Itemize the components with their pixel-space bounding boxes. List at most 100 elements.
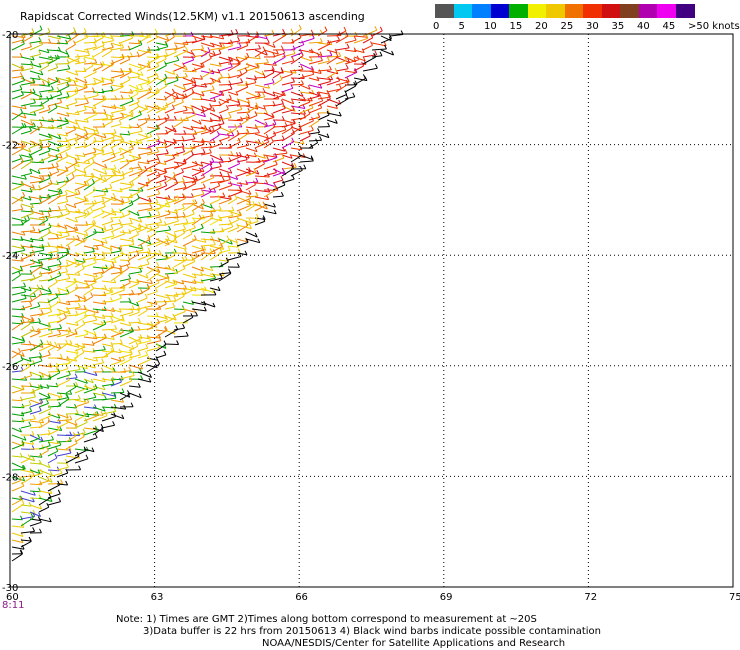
wind-barb-flag (38, 185, 42, 190)
wind-barb (56, 183, 67, 191)
wind-barb (29, 332, 40, 338)
wind-barb-flag (303, 164, 307, 169)
wind-barb-flag (202, 183, 206, 188)
wind-barb (128, 55, 140, 58)
wind-barb (119, 259, 131, 262)
wind-barb-flag (137, 350, 141, 356)
wind-barb-flag (58, 497, 62, 502)
wind-barb-flag (110, 297, 114, 302)
wind-barb-flag (300, 65, 304, 70)
plot-frame (9, 33, 734, 588)
wind-barb-flag (181, 203, 185, 209)
wind-barb (155, 354, 167, 359)
wind-barb (110, 318, 124, 324)
wind-barb (308, 131, 320, 135)
wind-barb-flag (67, 274, 71, 279)
wind-barb-flag (158, 181, 162, 186)
wind-barb (272, 195, 284, 198)
wind-barb (173, 308, 185, 310)
wind-barb (83, 251, 95, 254)
wind-barb-flag (78, 465, 82, 470)
wind-barb-flag (273, 120, 277, 125)
wind-barb-flag (131, 31, 135, 36)
wind-barb (101, 40, 114, 44)
wind-barb (119, 282, 131, 289)
wind-barb-flag (131, 289, 135, 295)
wind-barb (29, 321, 41, 324)
wind-barb (281, 141, 294, 149)
wind-barb (137, 371, 152, 378)
wind-barb-flag (23, 142, 27, 147)
wind-barb (56, 194, 68, 198)
wind-barb (119, 238, 134, 242)
wind-barb-flag (155, 198, 159, 203)
wind-barb (128, 44, 143, 51)
wind-barb-flag (31, 430, 35, 436)
wind-barb (83, 437, 98, 443)
wind-barb-flag (262, 201, 266, 206)
wind-barb-flag (75, 381, 79, 387)
wind-barb (11, 274, 21, 282)
wind-barb (119, 196, 133, 199)
wind-barb-flag (103, 108, 107, 114)
wind-barb (11, 269, 23, 275)
wind-barb (38, 156, 51, 163)
wind-barb (65, 442, 78, 450)
wind-barb-flag (326, 56, 330, 62)
wind-barb (11, 231, 26, 236)
wind-barb (137, 347, 148, 352)
lat-tick-label: -20 (2, 30, 18, 41)
wind-barb-flag (345, 64, 349, 69)
wind-barb-flag (81, 348, 85, 353)
wind-barb (11, 126, 25, 135)
lon-tick-label: 69 (440, 592, 453, 603)
wind-barb-flag (112, 421, 116, 426)
wind-barb (137, 297, 148, 303)
wind-barb (155, 146, 167, 149)
wind-barb-flag (66, 92, 70, 97)
wind-barb (362, 44, 373, 51)
wind-barb-flag (262, 87, 266, 93)
lat-tick-label: -22 (2, 141, 18, 152)
wind-barb-flag (193, 235, 197, 240)
wind-barb-flag (183, 183, 187, 188)
wind-barb (137, 36, 149, 44)
wind-barb (128, 271, 142, 275)
wind-barb (182, 164, 198, 170)
wind-barb (200, 89, 215, 93)
wind-barb-flag (239, 70, 243, 75)
wind-barb-flag (104, 395, 107, 400)
wind-barb-flag (39, 25, 43, 30)
wind-barb-flag (219, 171, 223, 176)
wind-barb (173, 119, 189, 122)
wind-barb-flag (59, 98, 63, 103)
wind-barb (245, 77, 257, 81)
wind-barb (56, 235, 70, 240)
wind-barb (200, 71, 212, 79)
wind-barb (344, 70, 357, 74)
wind-barb-flag (99, 272, 103, 277)
wind-barb (110, 250, 121, 254)
wind-barb (272, 56, 286, 65)
wind-barb (110, 254, 124, 261)
lat-tick-label: -26 (2, 362, 18, 373)
wind-barb-flag (235, 28, 239, 34)
lon-tick-label: 63 (151, 592, 164, 603)
wind-barb-flag (374, 25, 378, 31)
wind-barb (11, 553, 23, 562)
wind-barb (74, 414, 86, 422)
wind-barb-flag (168, 297, 172, 302)
wind-barb (92, 322, 104, 326)
wind-barb-flag (77, 394, 81, 400)
wind-barb-flag (216, 130, 220, 136)
lon-tick-label: 75 (729, 592, 740, 603)
wind-barb-flag (198, 214, 202, 219)
wind-barb (146, 291, 158, 296)
wind-barb-flag (211, 126, 215, 131)
wind-barb-flag (32, 274, 36, 279)
wind-barb-flag (19, 85, 23, 90)
wind-barb (29, 161, 44, 164)
wind-barb (83, 113, 97, 121)
wind-barb (146, 158, 159, 163)
wind-barb (236, 252, 248, 256)
